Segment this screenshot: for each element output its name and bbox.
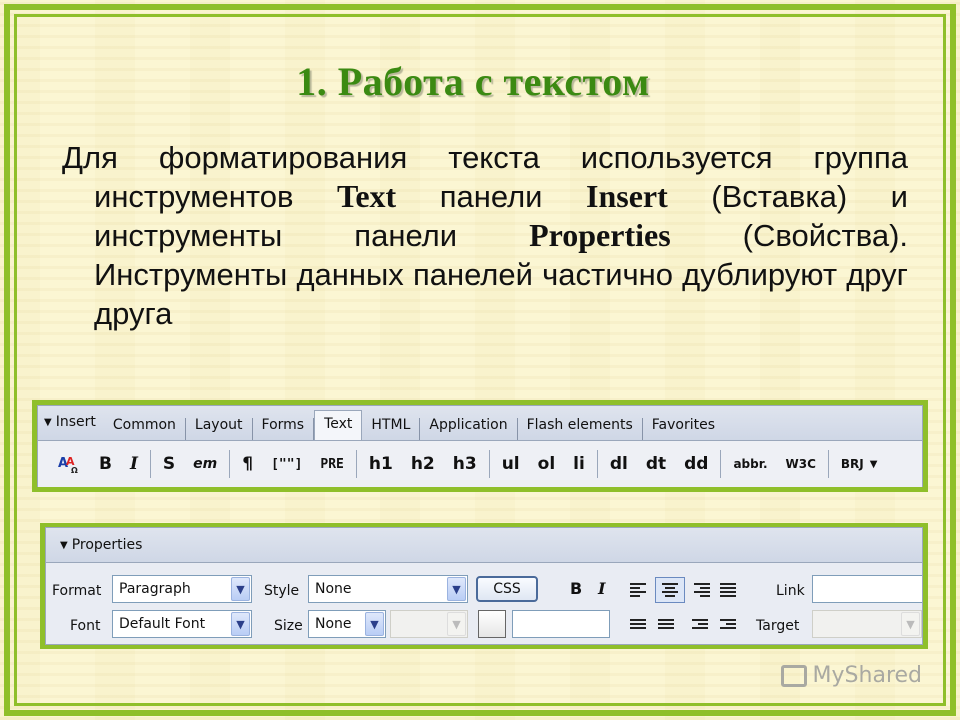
chevron-down-icon: ▼ bbox=[231, 577, 250, 601]
bold-button[interactable]: B bbox=[570, 579, 582, 598]
dd-button[interactable]: dd bbox=[675, 454, 717, 474]
ordered-list-icon[interactable] bbox=[658, 619, 674, 633]
insert-panel-header[interactable]: ▼ Insert bbox=[38, 414, 104, 440]
collapse-triangle-icon: ▼ bbox=[60, 539, 68, 551]
target-label: Target bbox=[756, 618, 800, 634]
bold-button[interactable]: B bbox=[90, 454, 121, 474]
toolbar-separator bbox=[149, 450, 151, 478]
h1-button[interactable]: h1 bbox=[360, 454, 402, 474]
align-center-icon[interactable] bbox=[655, 577, 685, 603]
chevron-down-icon: ▼ bbox=[231, 612, 250, 636]
format-label: Format bbox=[52, 583, 102, 599]
insert-text-toolbar: AAΩ B I S em ¶ [""] PRE h1 h2 h3 ul ol l… bbox=[38, 441, 922, 487]
presentation-icon bbox=[780, 664, 807, 687]
abbr-button[interactable]: abbr. bbox=[724, 457, 776, 471]
characters-button[interactable]: BRJ ▼ bbox=[832, 457, 887, 471]
size-label: Size bbox=[274, 618, 303, 634]
size-unit-select: ▼ bbox=[390, 610, 468, 638]
target-select: ▼ bbox=[812, 610, 922, 638]
align-justify-icon[interactable] bbox=[720, 583, 736, 597]
format-select[interactable]: Paragraph ▼ bbox=[112, 575, 252, 603]
indent-icon[interactable] bbox=[720, 619, 736, 633]
para-bold-text: Text bbox=[336, 178, 397, 214]
properties-panel-header[interactable]: ▼ Properties bbox=[46, 528, 922, 563]
ul-button[interactable]: ul bbox=[493, 454, 529, 474]
italic-button[interactable]: I bbox=[598, 579, 605, 598]
format-value: Paragraph bbox=[119, 581, 191, 597]
h3-button[interactable]: h3 bbox=[444, 454, 486, 474]
acronym-button[interactable]: W3C bbox=[777, 457, 825, 471]
chevron-down-icon: ▼ bbox=[365, 612, 384, 636]
h2-button[interactable]: h2 bbox=[402, 454, 444, 474]
pre-button[interactable]: PRE bbox=[311, 457, 352, 472]
dl-button[interactable]: dl bbox=[601, 454, 637, 474]
style-select[interactable]: None ▼ bbox=[308, 575, 468, 603]
size-value: None bbox=[315, 616, 352, 632]
collapse-triangle-icon: ▼ bbox=[44, 416, 52, 428]
tab-forms[interactable]: Forms bbox=[253, 418, 315, 440]
properties-panel-title: Properties bbox=[71, 537, 143, 553]
tab-favorites[interactable]: Favorites bbox=[643, 418, 724, 440]
insert-tab-row: ▼ Insert Common Layout Forms Text HTML A… bbox=[38, 406, 922, 441]
toolbar-separator bbox=[229, 450, 231, 478]
dt-button[interactable]: dt bbox=[637, 454, 675, 474]
tab-application[interactable]: Application bbox=[420, 418, 518, 440]
style-value: None bbox=[315, 581, 352, 597]
toolbar-separator bbox=[827, 450, 829, 478]
css-button[interactable]: CSS bbox=[476, 576, 538, 602]
chevron-down-icon: ▼ bbox=[447, 612, 466, 636]
blockquote-button[interactable]: [""] bbox=[262, 457, 311, 472]
align-right-icon[interactable] bbox=[694, 583, 710, 597]
text-color-input[interactable] bbox=[512, 610, 610, 638]
font-label: Font bbox=[70, 618, 101, 634]
properties-panel-screenshot: ▼ Properties Format Paragraph ▼ Style No… bbox=[40, 523, 928, 649]
text-color-swatch[interactable] bbox=[478, 610, 506, 638]
slide-paragraph: Для форматирования текста используется г… bbox=[62, 138, 908, 333]
dropdown-arrow-icon: ▼ bbox=[869, 458, 878, 470]
align-left-icon[interactable] bbox=[630, 583, 646, 597]
toolbar-separator bbox=[720, 450, 722, 478]
svg-text:Ω: Ω bbox=[71, 466, 78, 475]
slide-title: 1. Работа с текстом bbox=[296, 59, 650, 104]
properties-panel: ▼ Properties Format Paragraph ▼ Style No… bbox=[45, 527, 923, 645]
italic-button[interactable]: I bbox=[121, 454, 147, 474]
link-input[interactable] bbox=[812, 575, 922, 603]
font-value: Default Font bbox=[119, 616, 206, 632]
strong-button[interactable]: S bbox=[154, 454, 184, 474]
chevron-down-icon: ▼ bbox=[901, 612, 920, 636]
characters-label: BRJ bbox=[840, 457, 864, 471]
tab-text[interactable]: Text bbox=[314, 410, 363, 440]
toolbar-separator bbox=[488, 450, 490, 478]
ol-button[interactable]: ol bbox=[529, 454, 565, 474]
style-label: Style bbox=[264, 583, 300, 599]
font-select[interactable]: Default Font ▼ bbox=[112, 610, 252, 638]
tab-layout[interactable]: Layout bbox=[186, 418, 253, 440]
toolbar-separator bbox=[596, 450, 598, 478]
toolbar-separator bbox=[355, 450, 357, 478]
link-label: Link bbox=[776, 583, 805, 599]
outdent-icon[interactable] bbox=[692, 619, 708, 633]
tab-html[interactable]: HTML bbox=[362, 418, 421, 440]
tab-common[interactable]: Common bbox=[104, 418, 186, 440]
chevron-down-icon: ▼ bbox=[447, 577, 466, 601]
para-bold-insert: Insert bbox=[586, 178, 668, 214]
unordered-list-icon[interactable] bbox=[630, 619, 646, 633]
insert-panel-screenshot: ▼ Insert Common Layout Forms Text HTML A… bbox=[32, 400, 928, 492]
paragraph-button[interactable]: ¶ bbox=[233, 454, 262, 474]
para-text-2: панели bbox=[396, 179, 586, 214]
em-button[interactable]: em bbox=[184, 456, 226, 472]
watermark-text: MyShared bbox=[812, 663, 922, 688]
font-tag-icon[interactable]: AAΩ bbox=[48, 453, 90, 475]
insert-panel-title: Insert bbox=[55, 414, 96, 430]
para-bold-properties: Properties bbox=[529, 217, 671, 253]
tab-flash-elements[interactable]: Flash elements bbox=[518, 418, 643, 440]
insert-panel: ▼ Insert Common Layout Forms Text HTML A… bbox=[37, 405, 923, 487]
li-button[interactable]: li bbox=[564, 454, 594, 474]
watermark: MyShared bbox=[780, 663, 922, 688]
size-select[interactable]: None ▼ bbox=[308, 610, 386, 638]
